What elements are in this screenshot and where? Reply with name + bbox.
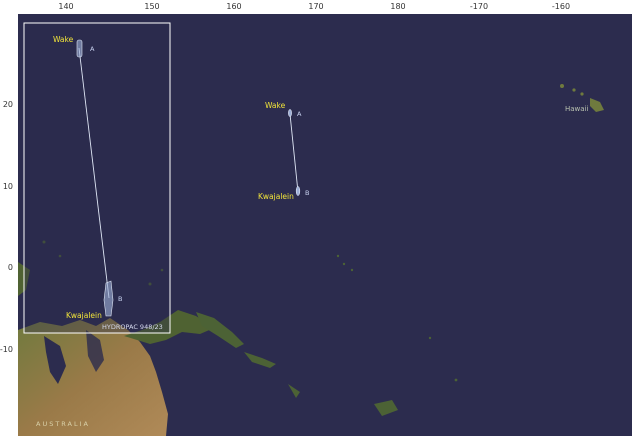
lon-tick: 180 [390,2,405,11]
lon-tick: 160 [226,2,241,11]
inset-waypoint-b-area [103,280,114,317]
point-b-label: B [305,189,309,197]
inset-point-b-label: B [118,295,122,303]
lat-tick: 20 [3,100,13,109]
lat-tick: 10 [3,182,13,191]
lon-tick: 140 [58,2,73,11]
lon-tick: -170 [470,2,488,11]
lat-tick: 0 [8,263,13,272]
waypoint-b-area [295,186,301,196]
inset-frame [23,22,171,334]
hawaii-label: Hawaii [565,105,589,113]
left-axis: 20 10 0 -10 [0,100,13,354]
point-a-label: A [297,110,302,118]
wake-label: Wake [265,101,286,110]
kwajalein-label: Kwajalein [258,192,294,201]
lon-tick: 170 [308,2,323,11]
inset-reference-label: HYDROPAC 948/23 [102,323,163,331]
inset-waypoint-a-area [76,39,83,58]
inset-point-a-label: A [90,45,95,53]
top-axis: 140 150 160 170 180 -170 -160 [58,2,570,11]
map: 140 150 160 170 180 -170 -160 20 10 0 -1… [0,2,632,436]
inset-map: Wake A Kwajalein B HYDROPAC 948/23 [23,22,171,334]
inset-kwajalein-label: Kwajalein [66,311,102,320]
australia-label: AUSTRALIA [36,420,90,428]
inset-wake-label: Wake [53,35,74,44]
lat-tick: -10 [0,345,13,354]
waypoint-a-area [288,109,292,117]
lon-tick: -160 [552,2,570,11]
lon-tick: 150 [144,2,159,11]
